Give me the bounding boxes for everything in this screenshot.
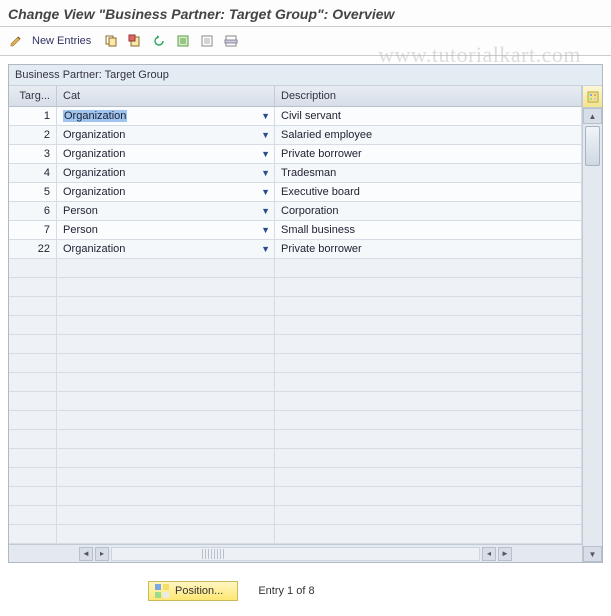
vscroll-up-icon[interactable]: ▲ bbox=[583, 108, 602, 124]
column-header-cat[interactable]: Cat bbox=[57, 86, 275, 106]
table-row-empty bbox=[9, 430, 582, 449]
vscroll-down-icon[interactable]: ▼ bbox=[583, 546, 602, 562]
horizontal-scrollbar[interactable]: ◄ ▸ ◂ ► bbox=[9, 544, 582, 562]
dropdown-icon[interactable]: ▼ bbox=[261, 111, 270, 121]
cell-desc[interactable]: Corporation bbox=[275, 202, 582, 220]
table-row-empty bbox=[9, 449, 582, 468]
table-row[interactable]: 2Organization▼Salaried employee bbox=[9, 126, 582, 145]
table-row-empty bbox=[9, 278, 582, 297]
vscroll-thumb[interactable] bbox=[585, 126, 600, 166]
table-row[interactable]: 6Person▼Corporation bbox=[9, 202, 582, 221]
hscroll-track[interactable] bbox=[111, 547, 480, 561]
dropdown-icon[interactable]: ▼ bbox=[261, 206, 270, 216]
dropdown-icon[interactable]: ▼ bbox=[261, 244, 270, 254]
table-row-empty bbox=[9, 468, 582, 487]
column-header-targ[interactable]: Targ... bbox=[9, 86, 57, 106]
hscroll-drag-handle[interactable] bbox=[202, 549, 224, 559]
cell-targ[interactable]: 7 bbox=[9, 221, 57, 239]
cell-cat[interactable]: Person▼ bbox=[57, 202, 275, 220]
table-row[interactable]: 22Organization▼Private borrower bbox=[9, 240, 582, 259]
table-panel: Business Partner: Target Group Targ... C… bbox=[8, 64, 603, 563]
deselect-all-icon[interactable] bbox=[197, 31, 217, 51]
table-row-empty bbox=[9, 525, 582, 544]
print-icon[interactable] bbox=[221, 31, 241, 51]
hscroll-left-icon[interactable]: ▸ bbox=[95, 547, 109, 561]
table-row-empty bbox=[9, 316, 582, 335]
cell-desc[interactable]: Salaried employee bbox=[275, 126, 582, 144]
edit-icon[interactable] bbox=[6, 31, 26, 51]
vertical-scrollbar[interactable]: ▲ ▼ bbox=[583, 108, 602, 562]
cell-cat[interactable]: Organization▼ bbox=[57, 240, 275, 258]
position-button-label: Position... bbox=[175, 585, 223, 597]
undo-icon[interactable] bbox=[149, 31, 169, 51]
dropdown-icon[interactable]: ▼ bbox=[261, 225, 270, 235]
copy-icon[interactable] bbox=[101, 31, 121, 51]
table-header: Targ... Cat Description bbox=[9, 86, 582, 107]
page-title: Change View "Business Partner: Target Gr… bbox=[0, 0, 611, 27]
delete-icon[interactable] bbox=[125, 31, 145, 51]
dropdown-icon[interactable]: ▼ bbox=[261, 149, 270, 159]
table-row[interactable]: 7Person▼Small business bbox=[9, 221, 582, 240]
entry-counter: Entry 1 of 8 bbox=[258, 585, 314, 597]
table-row-empty bbox=[9, 506, 582, 525]
table-row-empty bbox=[9, 259, 582, 278]
dropdown-icon[interactable]: ▼ bbox=[261, 168, 270, 178]
table-row-empty bbox=[9, 487, 582, 506]
panel-title: Business Partner: Target Group bbox=[9, 65, 602, 86]
table-row-empty bbox=[9, 297, 582, 316]
toolbar: New Entries bbox=[0, 27, 611, 56]
table-row-empty bbox=[9, 392, 582, 411]
table-row[interactable]: 3Organization▼Private borrower bbox=[9, 145, 582, 164]
dropdown-icon[interactable]: ▼ bbox=[261, 187, 270, 197]
table-row-empty bbox=[9, 354, 582, 373]
new-entries-button[interactable]: New Entries bbox=[32, 35, 91, 47]
cell-desc[interactable]: Civil servant bbox=[275, 107, 582, 125]
cell-targ[interactable]: 3 bbox=[9, 145, 57, 163]
cell-desc[interactable]: Tradesman bbox=[275, 164, 582, 182]
table-row[interactable]: 4Organization▼Tradesman bbox=[9, 164, 582, 183]
cell-targ[interactable]: 1 bbox=[9, 107, 57, 125]
table-row[interactable]: 1Organization▼Civil servant bbox=[9, 107, 582, 126]
column-header-desc[interactable]: Description bbox=[275, 86, 582, 106]
position-icon bbox=[155, 584, 169, 598]
cell-cat[interactable]: Person▼ bbox=[57, 221, 275, 239]
cell-desc[interactable]: Private borrower bbox=[275, 145, 582, 163]
cell-cat[interactable]: Organization▼ bbox=[57, 126, 275, 144]
table-row-empty bbox=[9, 335, 582, 354]
cell-targ[interactable]: 5 bbox=[9, 183, 57, 201]
hscroll-right-outer-icon[interactable]: ► bbox=[498, 547, 512, 561]
cell-desc[interactable]: Executive board bbox=[275, 183, 582, 201]
table-settings-icon[interactable] bbox=[583, 86, 602, 108]
cell-targ[interactable]: 6 bbox=[9, 202, 57, 220]
cell-targ[interactable]: 4 bbox=[9, 164, 57, 182]
cell-cat[interactable]: Organization▼ bbox=[57, 183, 275, 201]
table-row-empty bbox=[9, 373, 582, 392]
table-row-empty bbox=[9, 411, 582, 430]
cell-desc[interactable]: Private borrower bbox=[275, 240, 582, 258]
hscroll-right-icon[interactable]: ◂ bbox=[482, 547, 496, 561]
cell-targ[interactable]: 2 bbox=[9, 126, 57, 144]
cell-cat[interactable]: Organization▼ bbox=[57, 145, 275, 163]
cell-targ[interactable]: 22 bbox=[9, 240, 57, 258]
dropdown-icon[interactable]: ▼ bbox=[261, 130, 270, 140]
select-all-icon[interactable] bbox=[173, 31, 193, 51]
cell-desc[interactable]: Small business bbox=[275, 221, 582, 239]
position-button[interactable]: Position... bbox=[148, 581, 238, 601]
table-row[interactable]: 5Organization▼Executive board bbox=[9, 183, 582, 202]
cell-cat[interactable]: Organization▼ bbox=[57, 107, 275, 125]
cell-cat[interactable]: Organization▼ bbox=[57, 164, 275, 182]
hscroll-left-outer-icon[interactable]: ◄ bbox=[79, 547, 93, 561]
